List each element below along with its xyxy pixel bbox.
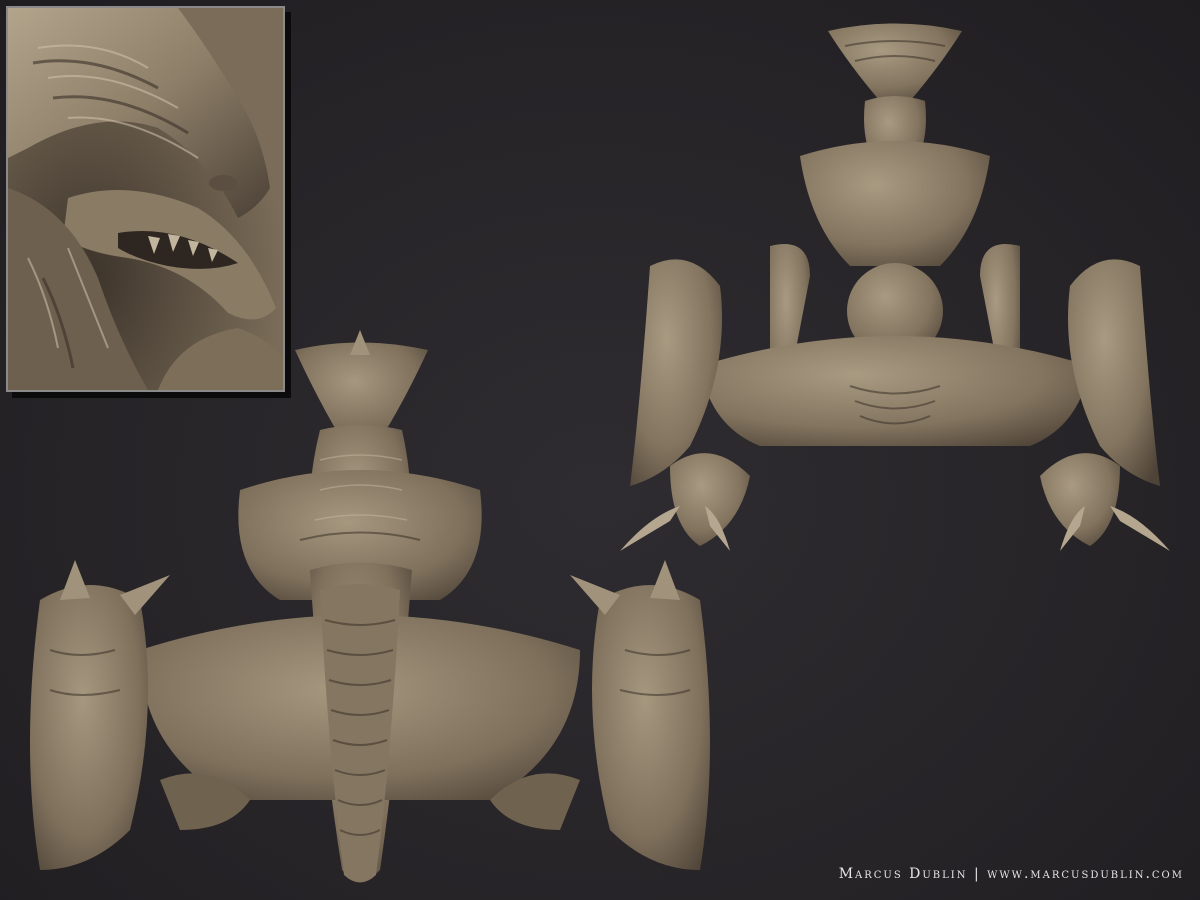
artist-credit: Marcus Dublin | www.marcusdublin.com (838, 866, 1184, 882)
creature-top-view (20, 330, 720, 895)
render-canvas: Marcus Dublin | www.marcusdublin.com (0, 0, 1200, 900)
creature-top-sculpt (30, 330, 710, 883)
